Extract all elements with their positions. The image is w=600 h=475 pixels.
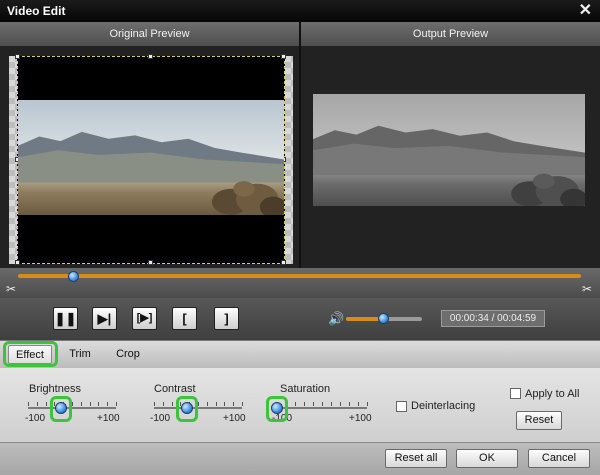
crop-handle[interactable] (148, 260, 153, 265)
slider-tick (72, 402, 73, 406)
slider-tick (198, 402, 199, 406)
pause-button[interactable]: ❚❚ (53, 307, 78, 330)
slider-tick (358, 402, 359, 406)
slider-tick (215, 402, 217, 406)
slider-tick (154, 402, 155, 406)
deinterlacing-label: Deinterlacing (411, 400, 476, 412)
time-display: 00:00:34 / 00:04:59 (441, 310, 545, 327)
output-preview-header: Output Preview (301, 22, 600, 46)
mark-in-button[interactable]: [ (172, 307, 197, 330)
timeline-track[interactable] (18, 274, 581, 278)
crop-handle[interactable] (281, 260, 286, 265)
slider-tick (349, 402, 350, 406)
contrast-max: +100 (223, 413, 246, 424)
highlight-ring (176, 396, 198, 422)
reset-all-button[interactable]: Reset all (385, 449, 447, 468)
window-title: Video Edit (7, 4, 66, 18)
original-video-frame (18, 100, 284, 215)
speaker-icon[interactable]: 🔊 (328, 311, 344, 327)
slider-tick (28, 402, 29, 406)
slider-tick (98, 402, 100, 406)
next-frame-button[interactable]: ▶| (92, 307, 117, 330)
saturation-label: Saturation (280, 383, 331, 395)
window-titlebar: Video Edit ✕ (0, 0, 600, 22)
slider-tick (304, 402, 305, 406)
slider-tick (367, 402, 368, 406)
deinterlacing-checkbox[interactable] (396, 401, 407, 412)
original-preview-pane (0, 46, 299, 268)
slider-tick (313, 402, 314, 406)
crop-handle[interactable] (15, 260, 20, 265)
crop-handle[interactable] (281, 54, 286, 59)
slider-tick (162, 402, 164, 406)
slider-tick (295, 402, 296, 406)
cancel-button[interactable]: Cancel (528, 449, 590, 468)
output-video-frame (313, 94, 585, 206)
brightness-max: +100 (97, 413, 120, 424)
brightness-track[interactable] (28, 407, 116, 409)
brightness-min: -100 (25, 413, 46, 424)
slider-tick (171, 402, 173, 406)
close-icon[interactable]: ✕ (579, 1, 592, 21)
slider-tick (242, 402, 243, 406)
slider-tick (107, 402, 109, 406)
slider-tick (45, 402, 47, 406)
mark-out-button[interactable]: ] (214, 307, 239, 330)
slider-tick (224, 402, 226, 406)
contrast-min: -100 (150, 413, 171, 424)
clip-start-marker-icon[interactable]: ✂ (5, 283, 17, 296)
slider-tick (89, 402, 91, 406)
slider-tick (233, 402, 235, 406)
timeline-bar (0, 268, 600, 298)
crop-handle[interactable] (15, 54, 20, 59)
slider-tick (206, 402, 208, 406)
slider-tick (322, 402, 323, 406)
highlight-ring (50, 396, 72, 422)
brightness-label: Brightness (29, 383, 81, 395)
volume-knob[interactable] (378, 313, 389, 324)
saturation-max: +100 (349, 413, 372, 424)
tab-trim[interactable]: Trim (62, 345, 98, 364)
ok-button[interactable]: OK (456, 449, 518, 468)
highlight-ring (266, 396, 288, 422)
slider-tick (331, 402, 332, 406)
slider-tick (80, 402, 82, 406)
original-preview-header: Original Preview (0, 22, 299, 46)
clip-end-marker-icon[interactable]: ✂ (581, 283, 593, 296)
reset-button[interactable]: Reset (516, 411, 562, 430)
output-preview-pane (301, 46, 600, 268)
tab-crop[interactable]: Crop (110, 345, 146, 364)
saturation-track[interactable] (277, 407, 367, 409)
apply-to-all-checkbox[interactable] (510, 388, 521, 399)
slider-tick (116, 402, 117, 406)
slider-tick (340, 402, 341, 406)
contrast-label: Contrast (154, 383, 196, 395)
contrast-track[interactable] (154, 407, 242, 409)
highlight-ring (3, 341, 58, 367)
play-clip-button[interactable]: [▶] (132, 307, 157, 330)
apply-to-all-label: Apply to All (525, 388, 580, 400)
crop-handle[interactable] (148, 54, 153, 59)
slider-tick (36, 402, 38, 406)
